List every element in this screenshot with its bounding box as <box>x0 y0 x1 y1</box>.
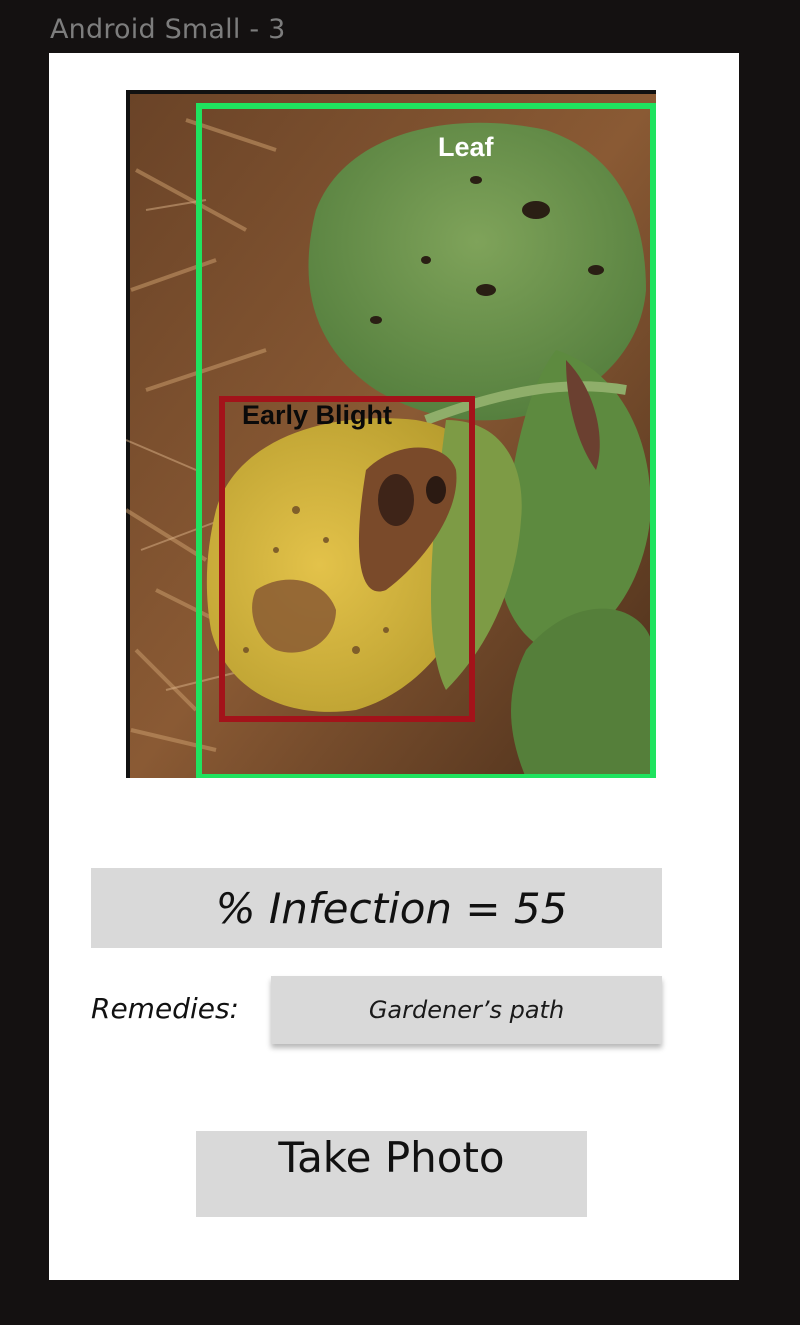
early-blight-detection-label: Early Blight <box>242 400 393 430</box>
infection-panel: % Infection = 55 <box>91 868 662 948</box>
leaf-detection-label: Leaf <box>438 132 494 162</box>
take-photo-button[interactable]: Take Photo <box>196 1131 587 1217</box>
remedies-label: Remedies: <box>91 992 239 1025</box>
infection-percentage: % Infection = 55 <box>215 883 568 933</box>
frame-title: Android Small - 3 <box>50 14 286 45</box>
early-blight-bounding-box <box>219 396 475 722</box>
take-photo-label: Take Photo <box>278 1133 505 1182</box>
leaf-photo: Leaf Early Blight <box>126 90 656 778</box>
android-screen: Leaf Early Blight % Infection = 55 Remed… <box>49 53 739 1280</box>
remedy-option-button[interactable]: Gardener’s path <box>271 976 662 1044</box>
